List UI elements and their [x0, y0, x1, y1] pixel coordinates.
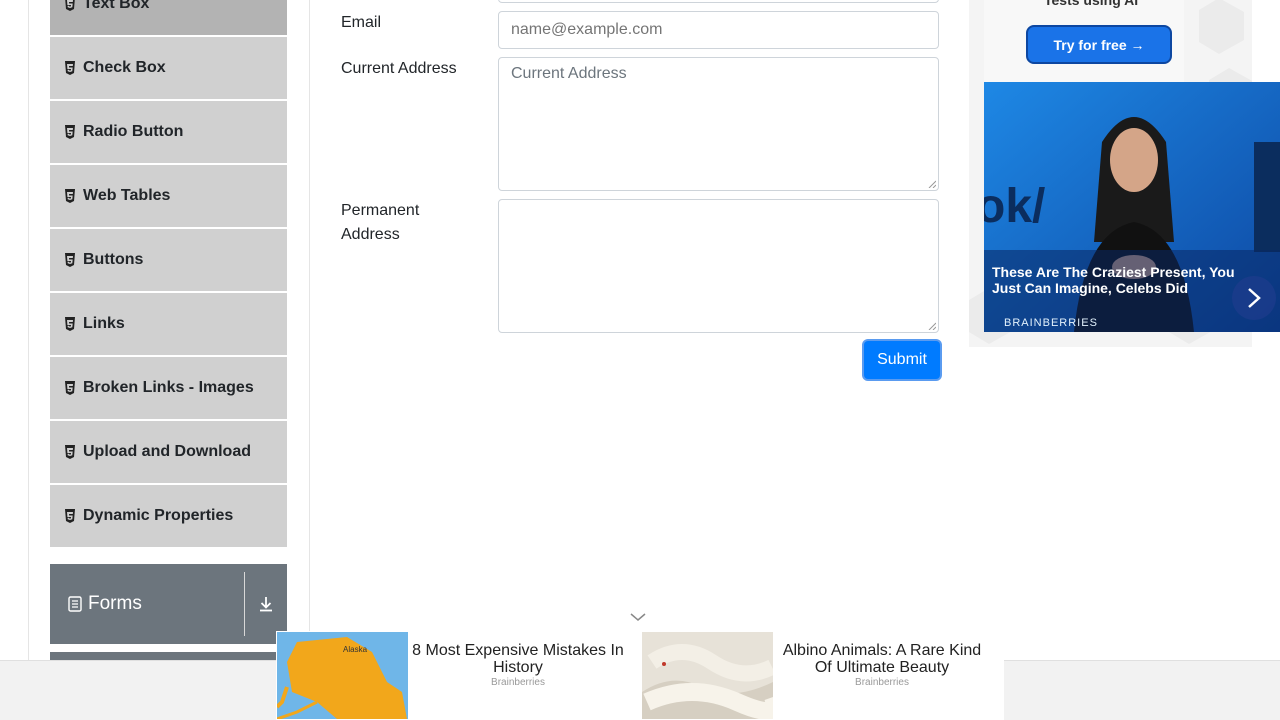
download-arrow-icon[interactable]: [245, 595, 287, 613]
sidebar-item-links[interactable]: Links: [50, 293, 287, 356]
ad-source-2: Brainberries: [855, 677, 909, 688]
sidebar-item-check-box[interactable]: Check Box: [50, 37, 287, 100]
html5-icon: [64, 381, 76, 395]
html5-icon: [64, 189, 76, 203]
ad-thumb-snake[interactable]: [642, 632, 773, 719]
group-label: Forms: [88, 593, 142, 614]
ad-photo-card[interactable]: ok/ These Are The Craziest Present, You …: [984, 82, 1280, 332]
group-header-forms[interactable]: Forms: [50, 564, 287, 644]
ad-thumb-map[interactable]: Alaska: [277, 632, 408, 719]
snake-image: [642, 632, 773, 719]
ad-brand: BRAINBERRIES: [1004, 317, 1098, 329]
svg-text:ok/: ok/: [984, 180, 1045, 233]
html5-icon: [64, 445, 76, 459]
chevron-down-icon[interactable]: [629, 610, 647, 628]
sidebar-item-label: Web Tables: [83, 187, 171, 204]
sidebar-item-label: Buttons: [83, 251, 144, 268]
sidebar-item-broken-links[interactable]: Broken Links - Images: [50, 357, 287, 420]
ad-top-banner[interactable]: Tests using AI Try for free →: [984, 0, 1184, 82]
html5-icon: [64, 317, 76, 331]
html5-icon: [64, 509, 76, 523]
ad-title-2[interactable]: Albino Animals: A Rare Kind Of Ultimate …: [782, 642, 982, 676]
current-address-placeholder: Current Address: [511, 65, 627, 82]
sidebar-item-web-tables[interactable]: Web Tables: [50, 165, 287, 228]
sidebar-item-label: Dynamic Properties: [83, 507, 234, 524]
svg-text:Alaska: Alaska: [343, 645, 368, 654]
sidebar-item-label: Links: [83, 315, 125, 332]
html5-icon: [64, 0, 76, 11]
sidebar-item-dynamic-properties[interactable]: Dynamic Properties: [50, 485, 287, 548]
html5-icon: [64, 125, 76, 139]
ad-top-text: Tests using AI: [1044, 0, 1139, 8]
map-image: Alaska: [277, 632, 408, 719]
page: Text Box Check Box Radio Button Web Tabl…: [0, 0, 1280, 720]
email-label: Email: [341, 14, 382, 31]
permanent-address-label: Permanent Address: [341, 202, 420, 243]
sidebar-item-label: Text Box: [83, 0, 150, 12]
sidebar-item-text-box[interactable]: Text Box: [50, 0, 287, 36]
sidebar-item-buttons[interactable]: Buttons: [50, 229, 287, 292]
ad-source-1: Brainberries: [491, 677, 545, 688]
sidebar-item-label: Radio Button: [83, 123, 184, 140]
resize-handle-icon[interactable]: [928, 322, 936, 330]
html5-icon: [64, 253, 76, 267]
sidebar-item-label: Broken Links - Images: [83, 379, 254, 396]
previous-field-edge[interactable]: [498, 0, 939, 3]
html5-icon: [64, 61, 76, 75]
sidebar-item-label: Check Box: [83, 59, 166, 76]
try-for-free-button[interactable]: Try for free →: [1026, 25, 1172, 64]
bottom-ad: Alaska 8 Most Expensive Mistakes In Hist…: [276, 631, 1004, 720]
ad-caption: These Are The Craziest Present, You Just…: [992, 264, 1235, 296]
sidebar-item-upload-download[interactable]: Upload and Download: [50, 421, 287, 484]
sidebar-item-radio-button[interactable]: Radio Button: [50, 101, 287, 164]
current-address-field[interactable]: Current Address: [498, 57, 939, 191]
resize-handle-icon[interactable]: [928, 180, 936, 188]
document-icon: [68, 596, 82, 612]
submit-button[interactable]: Submit: [864, 341, 940, 379]
email-field[interactable]: [498, 11, 939, 49]
permanent-address-field[interactable]: [498, 199, 939, 333]
sidebar-item-label: Upload and Download: [83, 443, 251, 460]
current-address-label: Current Address: [341, 60, 457, 77]
chevron-right-icon[interactable]: [1232, 276, 1276, 320]
ad-title-1[interactable]: 8 Most Expensive Mistakes In History: [408, 642, 628, 676]
